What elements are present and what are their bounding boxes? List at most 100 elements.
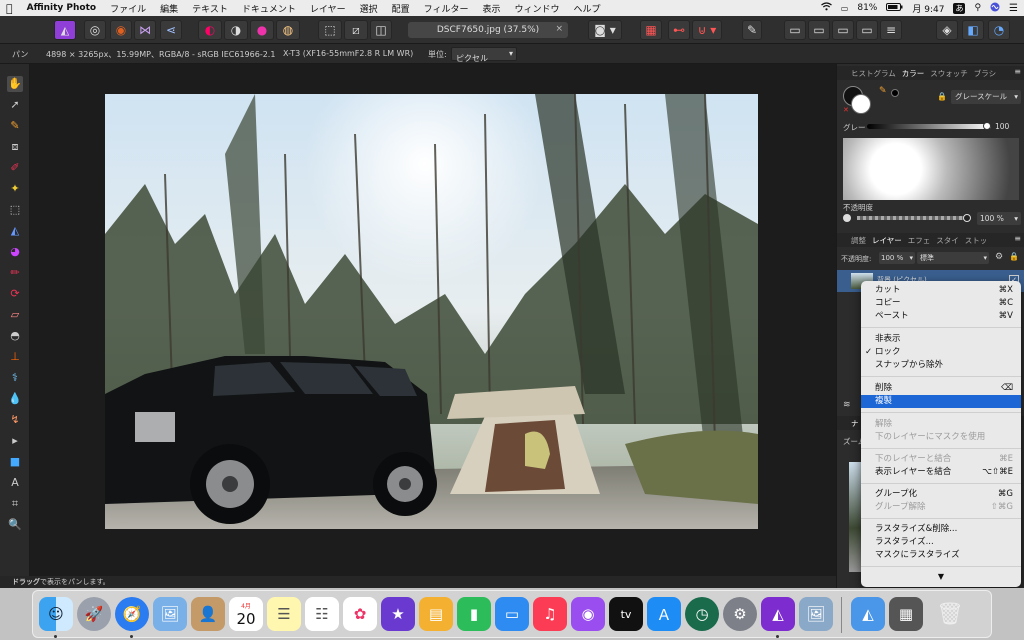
menu-window[interactable]: ウィンドウ bbox=[514, 2, 559, 15]
auto-white-balance-icon[interactable]: ◍ bbox=[276, 20, 300, 40]
color-replace-icon[interactable]: ⟳ bbox=[7, 286, 23, 302]
zoom-tool-icon[interactable]: 🔍 bbox=[7, 517, 23, 533]
close-document-icon[interactable]: × bbox=[555, 24, 563, 34]
tab-styles[interactable]: スタイ bbox=[936, 235, 959, 246]
move-tool-icon[interactable]: ➚ bbox=[7, 97, 23, 113]
panel-menu-icon[interactable]: ≡ bbox=[1014, 67, 1021, 76]
menu-help[interactable]: ヘルプ bbox=[573, 2, 600, 15]
gradient-tool-icon[interactable]: ◕ bbox=[7, 244, 23, 260]
imovie-icon[interactable]: ★ bbox=[381, 597, 415, 631]
menu-text[interactable]: テキスト bbox=[192, 2, 228, 15]
tab-layers[interactable]: レイヤー bbox=[872, 235, 902, 246]
photos-icon[interactable]: ✿ bbox=[343, 597, 377, 631]
tone-map-persona-icon[interactable]: ⋈ bbox=[134, 20, 156, 40]
smudge-brush-icon[interactable]: ↯ bbox=[7, 412, 23, 428]
menu-item-lock[interactable]: ✓ ロック bbox=[861, 346, 1021, 359]
calendar-icon[interactable]: 4月 20 bbox=[229, 597, 263, 631]
opacity-slider-handle[interactable] bbox=[963, 214, 971, 222]
snapping-icon[interactable]: ▦ bbox=[640, 20, 662, 40]
tab-navigator[interactable]: ナ bbox=[851, 418, 859, 429]
liquify-persona-icon[interactable]: ◎ bbox=[84, 20, 106, 40]
menu-layer[interactable]: レイヤー bbox=[310, 2, 346, 15]
siri-icon[interactable] bbox=[990, 2, 1000, 15]
marquee-tool-icon[interactable]: ⬚ bbox=[7, 202, 23, 218]
eyedropper-icon[interactable]: ✎ bbox=[879, 86, 887, 96]
numbers-icon[interactable]: ▮ bbox=[457, 597, 491, 631]
magnet-snap-icon[interactable]: ⊍ ▾ bbox=[692, 20, 722, 40]
arrange-backward-icon[interactable]: ▭ bbox=[808, 20, 830, 40]
tab-color[interactable]: カラー bbox=[902, 68, 925, 79]
keynote-icon[interactable]: ▤ bbox=[419, 597, 453, 631]
reminders-icon[interactable]: ☷ bbox=[305, 597, 339, 631]
gray-value[interactable]: 100 bbox=[995, 122, 1009, 131]
gear-icon[interactable]: ⚙ bbox=[995, 252, 1003, 262]
studio-icon[interactable]: ◔ bbox=[988, 20, 1010, 40]
input-mode-icon[interactable]: あ bbox=[953, 2, 966, 14]
recent-photos-stack-icon[interactable]: ▦ bbox=[889, 597, 923, 631]
tab-adjustments[interactable]: 調整 bbox=[851, 235, 866, 246]
selection-brush-icon[interactable]: ✐ bbox=[7, 160, 23, 176]
menu-item-release[interactable]: 解除 bbox=[861, 418, 1021, 431]
view-mode-icon[interactable]: ◈ bbox=[936, 20, 958, 40]
invert-selection-icon[interactable]: ◫ bbox=[370, 20, 392, 40]
menu-edit[interactable]: 編集 bbox=[160, 2, 178, 15]
text-tool-icon[interactable]: A bbox=[7, 475, 23, 491]
rectangle-tool-icon[interactable]: ■ bbox=[7, 454, 23, 470]
apple-tv-icon[interactable]: tv bbox=[609, 597, 643, 631]
menu-item-rasterize[interactable]: ラスタライズ... bbox=[861, 536, 1021, 549]
swap-colors-icon[interactable]: ✕ bbox=[843, 106, 849, 114]
develop-persona-icon[interactable]: ◉ bbox=[110, 20, 132, 40]
menu-item-duplicate[interactable]: 複製 bbox=[861, 395, 1021, 408]
menu-view[interactable]: 表示 bbox=[482, 2, 500, 15]
tab-swatches[interactable]: スウォッチ bbox=[930, 68, 968, 79]
trash-icon[interactable]: 🗑 bbox=[933, 597, 967, 631]
gray-slider[interactable] bbox=[867, 124, 991, 129]
mesh-warp-icon[interactable]: ⌗ bbox=[7, 496, 23, 512]
paint-brush-icon[interactable]: ✏ bbox=[7, 265, 23, 281]
arrange-front-icon[interactable]: ▭ bbox=[856, 20, 878, 40]
menu-item-group[interactable]: グループ化 ⌘G bbox=[861, 488, 1021, 501]
lock-icon[interactable]: 🔒 bbox=[1009, 252, 1019, 261]
flood-fill-icon[interactable]: ◭ bbox=[7, 223, 23, 239]
preview-icon[interactable]: 🖼 bbox=[153, 597, 187, 631]
menu-item-merge-visible[interactable]: 表示レイヤーを結合 ⌥⇧⌘E bbox=[861, 466, 1021, 479]
airplay-icon[interactable]: ▭ bbox=[841, 4, 849, 13]
view-tool-hand-icon[interactable]: ✋ bbox=[7, 76, 23, 92]
menu-filters[interactable]: フィルター bbox=[424, 2, 469, 15]
menu-item-hide[interactable]: 非表示 bbox=[861, 333, 1021, 346]
assistant-icon[interactable]: ⊷ bbox=[668, 20, 690, 40]
pen-tool-icon[interactable]: ▸ bbox=[7, 433, 23, 449]
menu-document[interactable]: ドキュメント bbox=[242, 2, 296, 15]
blur-brush-icon[interactable]: 💧 bbox=[7, 391, 23, 407]
menu-arrange[interactable]: 配置 bbox=[392, 2, 410, 15]
quick-mask-icon[interactable]: ◙ ▾ bbox=[588, 20, 622, 40]
menu-file[interactable]: ファイル bbox=[110, 2, 146, 15]
unit-dropdown[interactable]: ピクセル ▾ bbox=[451, 47, 517, 63]
menu-item-delete[interactable]: 削除 ⌫ bbox=[861, 382, 1021, 395]
menu-item-merge-down[interactable]: 下のレイヤーと結合 ⌘E bbox=[861, 453, 1021, 466]
opacity-slider[interactable] bbox=[857, 216, 967, 220]
battery-icon[interactable] bbox=[886, 2, 903, 14]
menu-item-copy[interactable]: コピー ⌘C bbox=[861, 297, 1021, 310]
gray-slider-handle[interactable] bbox=[983, 122, 991, 130]
color-picker-icon[interactable]: ✎ bbox=[7, 118, 23, 134]
menu-item-paste[interactable]: ペースト ⌘V bbox=[861, 310, 1021, 323]
apple-menu-icon[interactable]:  bbox=[6, 2, 13, 15]
arrange-back-icon[interactable]: ▭ bbox=[784, 20, 806, 40]
menu-app-name[interactable]: Affinity Photo bbox=[27, 3, 96, 13]
menu-item-rasterize-mask[interactable]: マスクにラスタライズ bbox=[861, 549, 1021, 562]
export-persona-icon[interactable]: ⋖ bbox=[160, 20, 182, 40]
panel-menu-icon[interactable]: ≡ bbox=[1014, 234, 1021, 243]
canvas-area[interactable] bbox=[30, 64, 836, 576]
system-preferences-icon[interactable]: ⚙ bbox=[723, 597, 757, 631]
deselect-icon[interactable]: ⧄ bbox=[344, 20, 368, 40]
fill-color-well[interactable] bbox=[851, 94, 871, 114]
safari-icon[interactable]: 🧭 bbox=[115, 597, 149, 631]
align-icon[interactable]: ≡ bbox=[880, 20, 902, 40]
notification-center-icon[interactable]: ☰ bbox=[1009, 3, 1018, 14]
finder-icon[interactable]: ☺ bbox=[39, 597, 73, 631]
document-photo[interactable] bbox=[105, 94, 758, 529]
time-machine-icon[interactable]: ◷ bbox=[685, 597, 719, 631]
auto-levels-icon[interactable]: ◐ bbox=[198, 20, 222, 40]
image-capture-icon[interactable]: 🖼 bbox=[799, 597, 833, 631]
